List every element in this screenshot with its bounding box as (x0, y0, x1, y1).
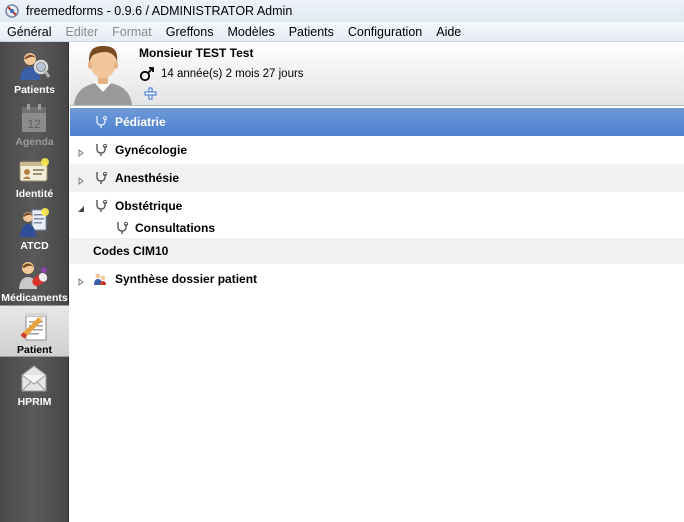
tree-label-synthese: Synthèse dossier patient (115, 272, 258, 286)
id-card-icon (18, 154, 50, 186)
mode-bar: Patients 12 Agenda Identité ATCD Médicam… (0, 42, 69, 522)
history-icon (18, 206, 50, 238)
mode-identite[interactable]: Identité (0, 150, 69, 202)
stethoscope-icon (94, 143, 108, 157)
expand-arrow-icon[interactable] (77, 174, 85, 185)
mode-agenda[interactable]: 12 Agenda (0, 98, 69, 150)
mode-atcd[interactable]: ATCD (0, 202, 69, 254)
collapse-arrow-icon[interactable] (77, 202, 85, 212)
mode-label-patients: Patients (14, 84, 55, 96)
pills-icon (18, 258, 50, 290)
window-title: freemedforms - 0.9.6 / ADMINISTRATOR Adm… (26, 4, 293, 18)
expand-arrow-icon[interactable] (77, 275, 85, 286)
mode-medicaments[interactable]: Médicaments (0, 254, 69, 306)
tree-label-codes-cim10: Codes CIM10 (93, 244, 169, 258)
form-tree: Pédiatrie Gynécologie Anesthésie Obstétr… (70, 107, 684, 522)
tree-row-gynecologie[interactable]: Gynécologie (70, 136, 684, 164)
mode-label-agenda: Agenda (15, 136, 54, 148)
freemedforms-logo-icon[interactable] (4, 3, 20, 19)
menu-patients[interactable]: Patients (282, 22, 341, 42)
tree-row-synthese[interactable]: Synthèse dossier patient (70, 265, 684, 293)
tree-label-gynecologie: Gynécologie (115, 143, 188, 157)
mode-label-patient: Patient (16, 344, 52, 356)
add-icon[interactable] (144, 87, 157, 100)
patient-header: Monsieur TEST Test 14 année(s) 2 mois 27… (70, 42, 684, 106)
mode-patients[interactable]: Patients (0, 46, 69, 98)
menu-configuration[interactable]: Configuration (341, 22, 429, 42)
mode-hprim[interactable]: HPRIM (0, 358, 69, 410)
tree-row-anesthesie[interactable]: Anesthésie (70, 164, 684, 192)
calendar-icon: 12 (18, 102, 50, 134)
patients-icon (18, 50, 51, 82)
menu-editer[interactable]: Editer (58, 22, 105, 42)
stethoscope-icon (115, 221, 129, 235)
patient-age-line: 14 année(s) 2 mois 27 jours (139, 66, 304, 82)
tree-row-codes-cim10[interactable]: Codes CIM10 (70, 238, 684, 264)
menu-general[interactable]: Général (0, 22, 58, 42)
tree-label-consultations: Consultations (135, 221, 215, 235)
menu-format[interactable]: Format (105, 22, 159, 42)
menu-aide[interactable]: Aide (429, 22, 468, 42)
calendar-day: 12 (27, 117, 41, 131)
stethoscope-icon (94, 115, 108, 129)
mode-label-hprim: HPRIM (17, 396, 52, 408)
tree-label-obstetrique: Obstétrique (115, 199, 183, 213)
tree-label-anesthesie: Anesthésie (115, 171, 180, 185)
stethoscope-icon (94, 171, 108, 185)
patient-file-icon (18, 310, 50, 342)
mode-patient[interactable]: Patient (0, 305, 69, 357)
patient-name: Monsieur TEST Test (139, 46, 254, 60)
mode-label-identite: Identité (15, 188, 54, 200)
mode-label-medicaments: Médicaments (1, 292, 68, 304)
mode-label-atcd: ATCD (20, 240, 49, 252)
envelope-icon (18, 362, 50, 394)
tree-row-pediatrie[interactable]: Pédiatrie (70, 108, 684, 136)
menu-modeles[interactable]: Modèles (220, 22, 281, 42)
male-icon (139, 66, 155, 82)
menu-greffons[interactable]: Greffons (159, 22, 221, 42)
title-bar: freemedforms - 0.9.6 / ADMINISTRATOR Adm… (0, 0, 684, 22)
stethoscope-icon (94, 199, 108, 213)
menu-bar: Général Editer Format Greffons Modèles P… (0, 22, 684, 42)
tree-label-pediatrie: Pédiatrie (115, 115, 166, 129)
patient-avatar-icon[interactable] (72, 42, 134, 105)
patient-summary-icon (93, 272, 107, 286)
patient-age: 14 année(s) 2 mois 27 jours (161, 68, 304, 80)
expand-arrow-icon[interactable] (77, 146, 85, 157)
